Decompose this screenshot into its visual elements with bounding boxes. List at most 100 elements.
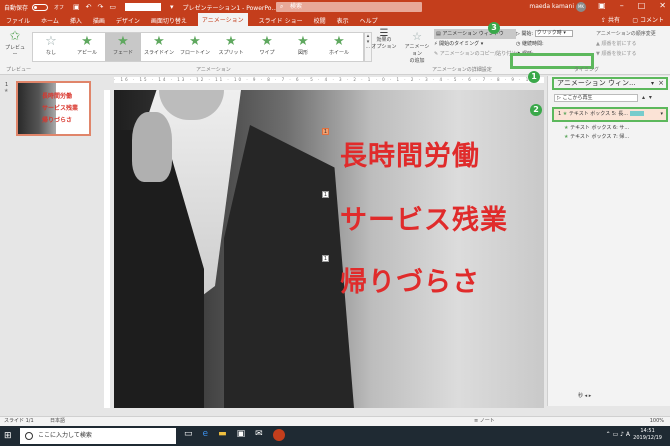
anim-fade[interactable]: ★ フェード [105, 33, 141, 61]
add-animation-label: アニメーション の追加 [404, 44, 430, 64]
explorer-icon[interactable]: ▬ [218, 429, 227, 441]
animation-painter-button[interactable]: ✎ アニメーションのコピー/貼り付け [434, 49, 516, 59]
tab-file[interactable]: ファイル [6, 16, 30, 25]
anim-wheel[interactable]: ★ ホイール [321, 33, 357, 61]
anim-wipe[interactable]: ★ ワイプ [249, 33, 285, 61]
close-pane-icon[interactable]: × [658, 79, 664, 88]
slide-text-1[interactable]: 長時間労働 [340, 134, 480, 173]
animation-gallery: ☆ なし ★ アピール ★ フェード ★ スライドイン ★ フロートイン ★ スプリット ★… [32, 32, 364, 62]
annotation-badge-3: 3 [488, 22, 500, 34]
windows-start-icon[interactable]: ⊞ [4, 431, 12, 441]
annotation-badge-2: 2 [530, 104, 542, 116]
play-from-button[interactable]: ▷ ここから再生 [554, 94, 638, 102]
move-earlier-label: 順番を前にする [601, 41, 637, 47]
preview-button[interactable]: ✩ プレビュー [4, 29, 26, 59]
slide-text-2[interactable]: サービス残業 [340, 198, 508, 237]
anim-split[interactable]: ★ スプリット [213, 33, 249, 61]
save-icon[interactable]: ▣ [73, 3, 80, 11]
pane-options-icon[interactable]: ▾ [651, 79, 654, 88]
search-placeholder: 検索 [290, 3, 303, 10]
user-name[interactable]: maeda kamani [529, 3, 574, 10]
anim-tag-3[interactable]: 1 [322, 255, 329, 262]
anim-list-item-1[interactable]: 1 ★ テキスト ボックス 5: 長... ▾ [552, 107, 668, 122]
minimize-icon[interactable]: – [620, 1, 624, 10]
star-icon: ★ [81, 34, 93, 49]
slideshow-icon[interactable]: ▭ [109, 3, 116, 11]
chevron-down-icon[interactable]: ▾ [660, 109, 663, 120]
powerpoint-icon[interactable] [272, 429, 285, 441]
undo-icon[interactable]: ↶ [86, 3, 92, 11]
add-animation-button[interactable]: ☆ アニメーション の追加 [404, 30, 430, 65]
tab-review[interactable]: 校閲 [314, 16, 326, 25]
anim-appear[interactable]: ★ アピール [69, 33, 105, 61]
clock-time: 14:51 [640, 428, 655, 434]
tab-design[interactable]: デザイン [116, 16, 140, 25]
customize-qa-icon[interactable]: ▾ [170, 3, 174, 11]
tab-draw[interactable]: 描画 [93, 16, 105, 25]
anim-list-item-3[interactable]: ★ テキスト ボックス 7: 帰... [552, 133, 668, 143]
redo-icon[interactable]: ↷ [98, 3, 104, 11]
move-earlier-button[interactable]: ▲ 順番を前にする [596, 39, 656, 49]
close-icon[interactable]: ✕ [659, 1, 666, 10]
tab-view[interactable]: 表示 [337, 16, 349, 25]
mail-icon[interactable]: ✉ [255, 429, 263, 441]
timeline-zoom-in-icon[interactable]: ▸ [589, 393, 592, 399]
zoom-level[interactable]: 100% [650, 417, 664, 426]
store-icon[interactable]: ▣ [237, 429, 246, 441]
anim-tag-1[interactable]: 1 [322, 128, 329, 135]
avatar[interactable]: MK [576, 2, 586, 12]
start-select[interactable]: クリック時 ▾ [534, 30, 573, 37]
anim-label: アピール [76, 50, 97, 56]
seconds-label: 秒 [578, 393, 584, 399]
slide-thumbnail[interactable]: 長時間労働 サービス残業 帰りづらさ [16, 81, 91, 136]
anim-shape[interactable]: ★ 図形 [285, 33, 321, 61]
anim-none[interactable]: ☆ なし [33, 33, 69, 61]
effect-options-icon: ☰ [379, 28, 389, 39]
system-tray[interactable]: ⌃ ▭ ♪ A [606, 431, 630, 438]
tab-insert[interactable]: 挿入 [70, 16, 82, 25]
edge-icon[interactable]: e [203, 429, 209, 441]
taskbar-search[interactable]: ここに入力して検索 [20, 428, 176, 444]
effect-options-button[interactable]: ☰ 効果の オプション [370, 28, 398, 51]
move-later-label: 順番を後にする [601, 51, 637, 57]
autosave-toggle[interactable] [32, 3, 49, 11]
anim-label: 図形 [297, 50, 308, 56]
title-search-box[interactable]: ⌕ 検索 [276, 2, 422, 12]
slide-canvas[interactable]: 1 長時間労働 1 サービス残業 1 帰りづらさ [114, 90, 544, 408]
thumb-line-3: 帰りづらさ [42, 117, 73, 124]
comment-button[interactable]: ▢ コメント [632, 15, 664, 24]
tab-transitions[interactable]: 画面切り替え [151, 16, 187, 25]
tab-slideshow[interactable]: スライド ショー [259, 16, 303, 25]
clock[interactable]: 14:51 2019/12/19 [633, 428, 662, 442]
star-icon: ★ [225, 34, 237, 49]
notes-button[interactable]: ≡ ノート [474, 417, 495, 426]
anim-item-label: テキスト ボックス 5: 長... [568, 111, 628, 117]
tab-home[interactable]: ホーム [41, 16, 59, 25]
tab-help[interactable]: ヘルプ [360, 16, 378, 25]
task-view-icon[interactable]: ▭ [184, 429, 193, 441]
slide-text-3[interactable]: 帰りづらさ [340, 260, 480, 299]
anim-fly-in[interactable]: ★ スライドイン [141, 33, 177, 61]
maximize-icon[interactable]: □ [638, 1, 646, 10]
anim-label: スプリット [218, 50, 244, 56]
ime-indicator[interactable]: A [626, 431, 630, 438]
trigger-label: 開始のタイミング [439, 41, 480, 47]
quick-access-field[interactable] [125, 3, 162, 11]
pane-reorder-arrows[interactable]: ▴ ▾ [642, 94, 652, 101]
autosave-state: オフ [54, 4, 65, 11]
preview-star-icon: ✩ [9, 29, 21, 44]
animation-painter-label: アニメーションのコピー/貼り付け [439, 51, 517, 57]
star-icon: ★ [153, 34, 165, 49]
language-indicator[interactable]: 日本語 [50, 417, 65, 426]
share-button[interactable]: ⇪ 共有 [601, 15, 620, 24]
animation-pane-title: アニメーション ウィン... [557, 79, 636, 87]
timing-bar [629, 111, 644, 116]
move-later-button[interactable]: ▼ 順番を後にする [596, 49, 656, 59]
anim-tag-2[interactable]: 1 [322, 191, 329, 198]
anim-float-in[interactable]: ★ フロートイン [177, 33, 213, 61]
ribbon-display-icon[interactable]: ▣ [598, 1, 606, 10]
animation-pane-button[interactable]: ▤ アニメーション ウィンドウ [434, 29, 517, 39]
preview-group-label: プレビュー [6, 67, 32, 73]
trigger-button[interactable]: ⚡ 開始のタイミング ▾ [434, 39, 516, 49]
star-icon: ★ [564, 125, 569, 131]
